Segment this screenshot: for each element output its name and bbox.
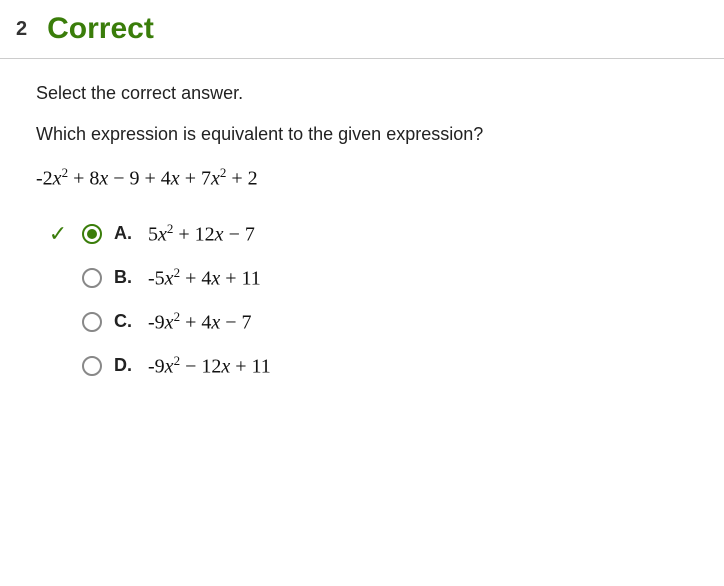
question-text: Which expression is equivalent to the gi… [36,124,688,145]
answer-row-a[interactable]: ✓ A. 5x2 + 12x − 7 [46,221,688,247]
question-header: 2 Correct [0,0,724,59]
answer-expr-d: -9x2 − 12x + 11 [148,353,271,379]
content-area: Select the correct answer. Which express… [0,59,724,403]
checkmark-c [46,309,70,335]
answer-letter-b: B. [114,267,136,288]
question-number: 2 [16,18,27,41]
checkmark-d [46,353,70,379]
instruction-text: Select the correct answer. [36,83,688,104]
answer-expr-c: -9x2 + 4x − 7 [148,309,252,335]
radio-inner-a [87,229,97,239]
answer-letter-c: C. [114,311,136,332]
answer-letter-a: A. [114,223,136,244]
answer-list: ✓ A. 5x2 + 12x − 7 B. -5x2 + 4x + 11 C. [36,221,688,379]
given-expression: -2x2 + 8x − 9 + 4x + 7x2 + 2 [36,165,688,191]
answer-row-b[interactable]: B. -5x2 + 4x + 11 [46,265,688,291]
answer-row-c[interactable]: C. -9x2 + 4x − 7 [46,309,688,335]
radio-a[interactable] [82,224,102,244]
checkmark-a: ✓ [46,221,70,247]
checkmark-b [46,265,70,291]
answer-expr-a: 5x2 + 12x − 7 [148,221,255,247]
answer-row-d[interactable]: D. -9x2 − 12x + 11 [46,353,688,379]
correct-label: Correct [47,12,154,46]
radio-b[interactable] [82,268,102,288]
answer-expr-b: -5x2 + 4x + 11 [148,265,261,291]
radio-c[interactable] [82,312,102,332]
radio-d[interactable] [82,356,102,376]
answer-letter-d: D. [114,355,136,376]
